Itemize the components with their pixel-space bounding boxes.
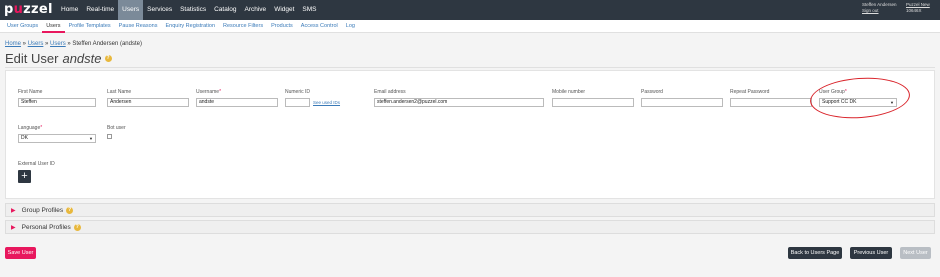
see-used-ids-link[interactable]: See used IDs [313, 100, 340, 105]
username-field: Username* andste [196, 89, 278, 107]
bot-user-label: Bot user [107, 125, 126, 131]
breadcrumb-home[interactable]: Home [5, 41, 21, 47]
repeat-password-input[interactable] [730, 98, 812, 107]
numeric-id-field: Numeric ID See used IDs [285, 89, 340, 107]
repeat-password-field: Repeat Password [730, 89, 812, 107]
breadcrumb-current: Steffen Andersen (andste) [72, 41, 142, 47]
language-label: Language* [18, 125, 43, 131]
language-field: Language* DK ▼ [18, 125, 96, 143]
last-name-field: Last Name Andersen [107, 89, 189, 107]
page-title: Edit User andste ? [5, 51, 112, 66]
last-name-input[interactable]: Andersen [107, 98, 189, 107]
username-label: Username* [196, 89, 222, 95]
group-profiles-title: Group Profiles [21, 206, 64, 214]
language-value: DK [21, 135, 28, 141]
subnav-users[interactable]: Users [42, 20, 65, 33]
nav-users[interactable]: Users [118, 0, 144, 20]
first-name-label: First Name [18, 89, 43, 95]
help-icon[interactable]: ? [73, 223, 81, 231]
subnav-profile-templates[interactable]: Profile Templates [65, 20, 115, 33]
email-field: Email address steffen.andersen2@puzzel.c… [374, 89, 544, 107]
subnav-user-groups[interactable]: User Groups [3, 20, 42, 33]
back-to-users-button[interactable]: Back to Users Page [788, 247, 842, 259]
page-title-text: Edit User [5, 51, 59, 66]
nav-statistics[interactable]: Statistics [176, 0, 210, 20]
nav-widget[interactable]: Widget [270, 0, 298, 20]
help-icon[interactable]: ? [104, 55, 112, 62]
dropdown-caret-icon: ▼ [89, 136, 93, 141]
password-input[interactable] [641, 98, 723, 107]
language-select[interactable]: DK ▼ [18, 134, 96, 143]
nav-services[interactable]: Services [143, 0, 176, 20]
subnav-log[interactable]: Log [342, 20, 359, 33]
subnav-enquiry-registration[interactable]: Enquiry Registration [162, 20, 220, 33]
main-nav: Home Real-time Users Services Statistics… [57, 0, 321, 20]
bot-user-field: Bot user [107, 125, 126, 139]
help-icon[interactable]: ? [66, 206, 74, 214]
nav-catalog[interactable]: Catalog [210, 0, 240, 20]
save-user-button[interactable]: Save User [5, 247, 36, 259]
sign-out-link[interactable]: Sign out [862, 8, 896, 14]
personal-profiles-title: Personal Profiles [21, 223, 71, 231]
repeat-password-label: Repeat Password [730, 89, 770, 95]
user-form-panel: First Name Steffen Last Name Andersen Us… [5, 70, 935, 199]
nav-sms[interactable]: SMS [298, 0, 320, 20]
add-external-id-button[interactable]: + [18, 170, 31, 183]
nav-archive[interactable]: Archive [241, 0, 271, 20]
first-name-input[interactable]: Steffen [18, 98, 96, 107]
current-user: Steffen Andersen Sign out [862, 2, 896, 14]
nav-realtime[interactable]: Real-time [82, 0, 118, 20]
subnav-products[interactable]: Products [267, 20, 297, 33]
personal-profiles-section[interactable]: ▶ Personal Profiles ? [5, 220, 935, 234]
puzzel-logo[interactable]: puzzel [4, 2, 53, 17]
breadcrumb: Home » Users » Users » Steffen Andersen … [5, 41, 142, 47]
subnav-pause-reasons[interactable]: Pause Reasons [115, 20, 162, 33]
password-label: Password [641, 89, 663, 95]
email-label: Email address [374, 89, 406, 95]
last-name-label: Last Name [107, 89, 132, 95]
external-user-id-label: External User ID [18, 161, 55, 167]
username-input[interactable]: andste [196, 98, 278, 107]
external-user-id-field: External User ID + [18, 161, 55, 183]
numeric-id-input[interactable] [285, 98, 310, 107]
previous-user-button[interactable]: Previous User [850, 247, 892, 259]
mobile-input[interactable] [552, 98, 634, 107]
numeric-id-label: Numeric ID [285, 89, 311, 95]
expand-triangle-icon: ▶ [11, 224, 16, 231]
subnav-resource-filters[interactable]: Resource Filters [219, 20, 267, 33]
mobile-label: Mobile number [552, 89, 586, 95]
first-name-field: First Name Steffen [18, 89, 96, 107]
nav-home[interactable]: Home [57, 0, 82, 20]
email-input[interactable]: steffen.andersen2@puzzel.com [374, 98, 544, 107]
title-divider [5, 67, 935, 68]
sub-navigation-bar: User Groups Users Profile Templates Paus… [0, 20, 940, 33]
group-profiles-section[interactable]: ▶ Group Profiles ? [5, 203, 935, 217]
bot-user-checkbox[interactable] [107, 134, 112, 139]
password-field: Password [641, 89, 723, 107]
company-info: Puzzel New 10646X [906, 2, 930, 14]
breadcrumb-users[interactable]: Users [28, 41, 44, 47]
customer-id: 10646X [906, 8, 922, 13]
next-user-button[interactable]: Next User [900, 247, 931, 259]
page-title-username: andste [62, 51, 102, 66]
mobile-field: Mobile number [552, 89, 634, 107]
expand-triangle-icon: ▶ [11, 207, 16, 214]
top-navigation-bar: puzzel Home Real-time Users Services Sta… [0, 0, 940, 20]
breadcrumb-users-list[interactable]: Users [50, 41, 66, 47]
subnav-access-control[interactable]: Access Control [297, 20, 342, 33]
